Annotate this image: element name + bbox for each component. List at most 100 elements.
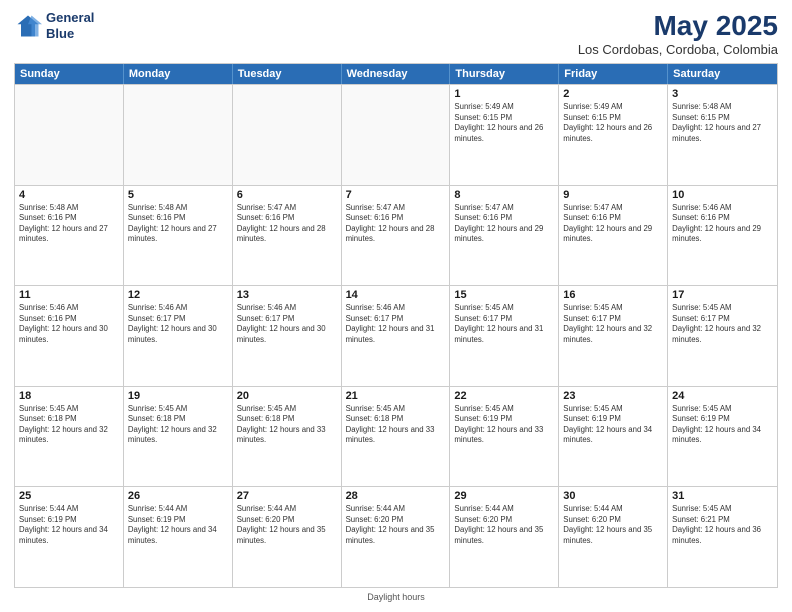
cell-info: Sunrise: 5:46 AMSunset: 6:16 PMDaylight:… bbox=[19, 303, 119, 345]
day-number: 19 bbox=[128, 390, 228, 402]
cell-info: Sunrise: 5:45 AMSunset: 6:21 PMDaylight:… bbox=[672, 504, 773, 546]
cell-info: Sunrise: 5:45 AMSunset: 6:19 PMDaylight:… bbox=[454, 404, 554, 446]
day-number: 21 bbox=[346, 390, 446, 402]
day-number: 18 bbox=[19, 390, 119, 402]
day-number: 16 bbox=[563, 289, 663, 301]
day-number: 24 bbox=[672, 390, 773, 402]
day-number: 8 bbox=[454, 189, 554, 201]
day-number: 9 bbox=[563, 189, 663, 201]
cell-info: Sunrise: 5:44 AMSunset: 6:20 PMDaylight:… bbox=[346, 504, 446, 546]
cell-info: Sunrise: 5:48 AMSunset: 6:16 PMDaylight:… bbox=[19, 203, 119, 245]
day-number: 29 bbox=[454, 490, 554, 502]
page: General Blue May 2025 Los Cordobas, Cord… bbox=[0, 0, 792, 612]
cell-info: Sunrise: 5:45 AMSunset: 6:17 PMDaylight:… bbox=[563, 303, 663, 345]
cal-header-cell-thursday: Thursday bbox=[450, 64, 559, 84]
logo-text: General Blue bbox=[46, 10, 94, 41]
day-number: 23 bbox=[563, 390, 663, 402]
cell-info: Sunrise: 5:44 AMSunset: 6:19 PMDaylight:… bbox=[128, 504, 228, 546]
cal-cell: 29Sunrise: 5:44 AMSunset: 6:20 PMDayligh… bbox=[450, 487, 559, 587]
day-number: 15 bbox=[454, 289, 554, 301]
cal-cell bbox=[342, 85, 451, 185]
cal-cell: 20 Sunrise: 5:45 AMSunset: 6:18 PMDayligh… bbox=[233, 387, 342, 487]
cal-cell: 31 Sunrise: 5:45 AMSunset: 6:21 PMDayligh… bbox=[668, 487, 777, 587]
day-number: 12 bbox=[128, 289, 228, 301]
cal-row-3: 18 Sunrise: 5:45 AMSunset: 6:18 PMDayligh… bbox=[15, 386, 777, 487]
cell-info: Sunrise: 5:49 AMSunset: 6:15 PMDaylight:… bbox=[454, 102, 554, 144]
day-number: 4 bbox=[19, 189, 119, 201]
cal-header-cell-friday: Friday bbox=[559, 64, 668, 84]
cal-cell: 9Sunrise: 5:47 AMSunset: 6:16 PMDaylight… bbox=[559, 186, 668, 286]
cal-cell: 26 Sunrise: 5:44 AMSunset: 6:19 PMDayligh… bbox=[124, 487, 233, 587]
cal-row-0: 1Sunrise: 5:49 AMSunset: 6:15 PMDaylight… bbox=[15, 84, 777, 185]
cell-info: Sunrise: 5:47 AMSunset: 6:16 PMDaylight:… bbox=[237, 203, 337, 245]
cal-cell: 11 Sunrise: 5:46 AMSunset: 6:16 PMDayligh… bbox=[15, 286, 124, 386]
calendar-header: SundayMondayTuesdayWednesdayThursdayFrid… bbox=[15, 64, 777, 84]
day-number: 3 bbox=[672, 88, 773, 100]
cal-cell: 30 Sunrise: 5:44 AMSunset: 6:20 PMDayligh… bbox=[559, 487, 668, 587]
day-number: 31 bbox=[672, 490, 773, 502]
cal-cell: 1Sunrise: 5:49 AMSunset: 6:15 PMDaylight… bbox=[450, 85, 559, 185]
day-number: 10 bbox=[672, 189, 773, 201]
cal-cell: 6 Sunrise: 5:47 AMSunset: 6:16 PMDaylight… bbox=[233, 186, 342, 286]
cal-cell bbox=[124, 85, 233, 185]
cell-info: Sunrise: 5:44 AMSunset: 6:19 PMDaylight:… bbox=[19, 504, 119, 546]
day-number: 27 bbox=[237, 490, 337, 502]
cal-cell bbox=[15, 85, 124, 185]
day-number: 30 bbox=[563, 490, 663, 502]
cal-row-2: 11 Sunrise: 5:46 AMSunset: 6:16 PMDayligh… bbox=[15, 285, 777, 386]
cell-info: Sunrise: 5:49 AMSunset: 6:15 PMDaylight:… bbox=[563, 102, 663, 144]
day-number: 17 bbox=[672, 289, 773, 301]
cal-cell: 18 Sunrise: 5:45 AMSunset: 6:18 PMDayligh… bbox=[15, 387, 124, 487]
cal-header-cell-tuesday: Tuesday bbox=[233, 64, 342, 84]
cal-cell: 15 Sunrise: 5:45 AMSunset: 6:17 PMDayligh… bbox=[450, 286, 559, 386]
main-title: May 2025 bbox=[578, 10, 778, 42]
logo-icon bbox=[14, 12, 42, 40]
calendar: SundayMondayTuesdayWednesdayThursdayFrid… bbox=[14, 63, 778, 588]
day-number: 22 bbox=[454, 390, 554, 402]
cell-info: Sunrise: 5:45 AMSunset: 6:17 PMDaylight:… bbox=[454, 303, 554, 345]
cell-info: Sunrise: 5:46 AMSunset: 6:17 PMDaylight:… bbox=[128, 303, 228, 345]
cal-cell: 14Sunrise: 5:46 AMSunset: 6:17 PMDayligh… bbox=[342, 286, 451, 386]
day-number: 2 bbox=[563, 88, 663, 100]
cell-info: Sunrise: 5:45 AMSunset: 6:18 PMDaylight:… bbox=[19, 404, 119, 446]
cal-cell: 27Sunrise: 5:44 AMSunset: 6:20 PMDayligh… bbox=[233, 487, 342, 587]
cal-row-4: 25 Sunrise: 5:44 AMSunset: 6:19 PMDayligh… bbox=[15, 486, 777, 587]
day-number: 20 bbox=[237, 390, 337, 402]
day-number: 26 bbox=[128, 490, 228, 502]
day-number: 25 bbox=[19, 490, 119, 502]
cal-header-cell-wednesday: Wednesday bbox=[342, 64, 451, 84]
cal-header-cell-saturday: Saturday bbox=[668, 64, 777, 84]
cal-cell: 28 Sunrise: 5:44 AMSunset: 6:20 PMDayligh… bbox=[342, 487, 451, 587]
day-number: 28 bbox=[346, 490, 446, 502]
day-number: 13 bbox=[237, 289, 337, 301]
cell-info: Sunrise: 5:47 AMSunset: 6:16 PMDaylight:… bbox=[454, 203, 554, 245]
cell-info: Sunrise: 5:45 AMSunset: 6:19 PMDaylight:… bbox=[672, 404, 773, 446]
cell-info: Sunrise: 5:47 AMSunset: 6:16 PMDaylight:… bbox=[346, 203, 446, 245]
cal-cell: 7 Sunrise: 5:47 AMSunset: 6:16 PMDaylight… bbox=[342, 186, 451, 286]
cal-cell: 3 Sunrise: 5:48 AMSunset: 6:15 PMDaylight… bbox=[668, 85, 777, 185]
cell-info: Sunrise: 5:44 AMSunset: 6:20 PMDaylight:… bbox=[563, 504, 663, 546]
cell-info: Sunrise: 5:46 AMSunset: 6:17 PMDaylight:… bbox=[237, 303, 337, 345]
cal-cell bbox=[233, 85, 342, 185]
cal-header-cell-sunday: Sunday bbox=[15, 64, 124, 84]
cal-row-1: 4 Sunrise: 5:48 AMSunset: 6:16 PMDaylight… bbox=[15, 185, 777, 286]
cell-info: Sunrise: 5:45 AMSunset: 6:18 PMDaylight:… bbox=[346, 404, 446, 446]
cell-info: Sunrise: 5:46 AMSunset: 6:17 PMDaylight:… bbox=[346, 303, 446, 345]
cell-info: Sunrise: 5:45 AMSunset: 6:18 PMDaylight:… bbox=[237, 404, 337, 446]
cell-info: Sunrise: 5:45 AMSunset: 6:18 PMDaylight:… bbox=[128, 404, 228, 446]
cal-cell: 19 Sunrise: 5:45 AMSunset: 6:18 PMDayligh… bbox=[124, 387, 233, 487]
cal-cell: 22 Sunrise: 5:45 AMSunset: 6:19 PMDayligh… bbox=[450, 387, 559, 487]
cell-info: Sunrise: 5:48 AMSunset: 6:15 PMDaylight:… bbox=[672, 102, 773, 144]
day-number: 7 bbox=[346, 189, 446, 201]
cal-cell: 16 Sunrise: 5:45 AMSunset: 6:17 PMDayligh… bbox=[559, 286, 668, 386]
cal-header-cell-monday: Monday bbox=[124, 64, 233, 84]
day-number: 11 bbox=[19, 289, 119, 301]
cal-cell: 5Sunrise: 5:48 AMSunset: 6:16 PMDaylight… bbox=[124, 186, 233, 286]
cal-cell: 13 Sunrise: 5:46 AMSunset: 6:17 PMDayligh… bbox=[233, 286, 342, 386]
cal-cell: 17Sunrise: 5:45 AMSunset: 6:17 PMDayligh… bbox=[668, 286, 777, 386]
day-number: 6 bbox=[237, 189, 337, 201]
cal-cell: 4 Sunrise: 5:48 AMSunset: 6:16 PMDaylight… bbox=[15, 186, 124, 286]
day-number: 5 bbox=[128, 189, 228, 201]
cell-info: Sunrise: 5:45 AMSunset: 6:19 PMDaylight:… bbox=[563, 404, 663, 446]
calendar-body: 1Sunrise: 5:49 AMSunset: 6:15 PMDaylight… bbox=[15, 84, 777, 587]
